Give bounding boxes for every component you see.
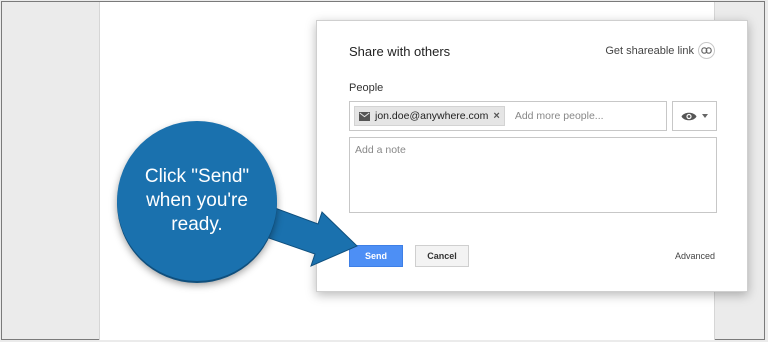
callout-arrow (239, 197, 358, 267)
callout-text: Click "Send" when you're ready. (144, 166, 250, 235)
callout-bubble: Click "Send" when you're ready. (117, 121, 277, 281)
